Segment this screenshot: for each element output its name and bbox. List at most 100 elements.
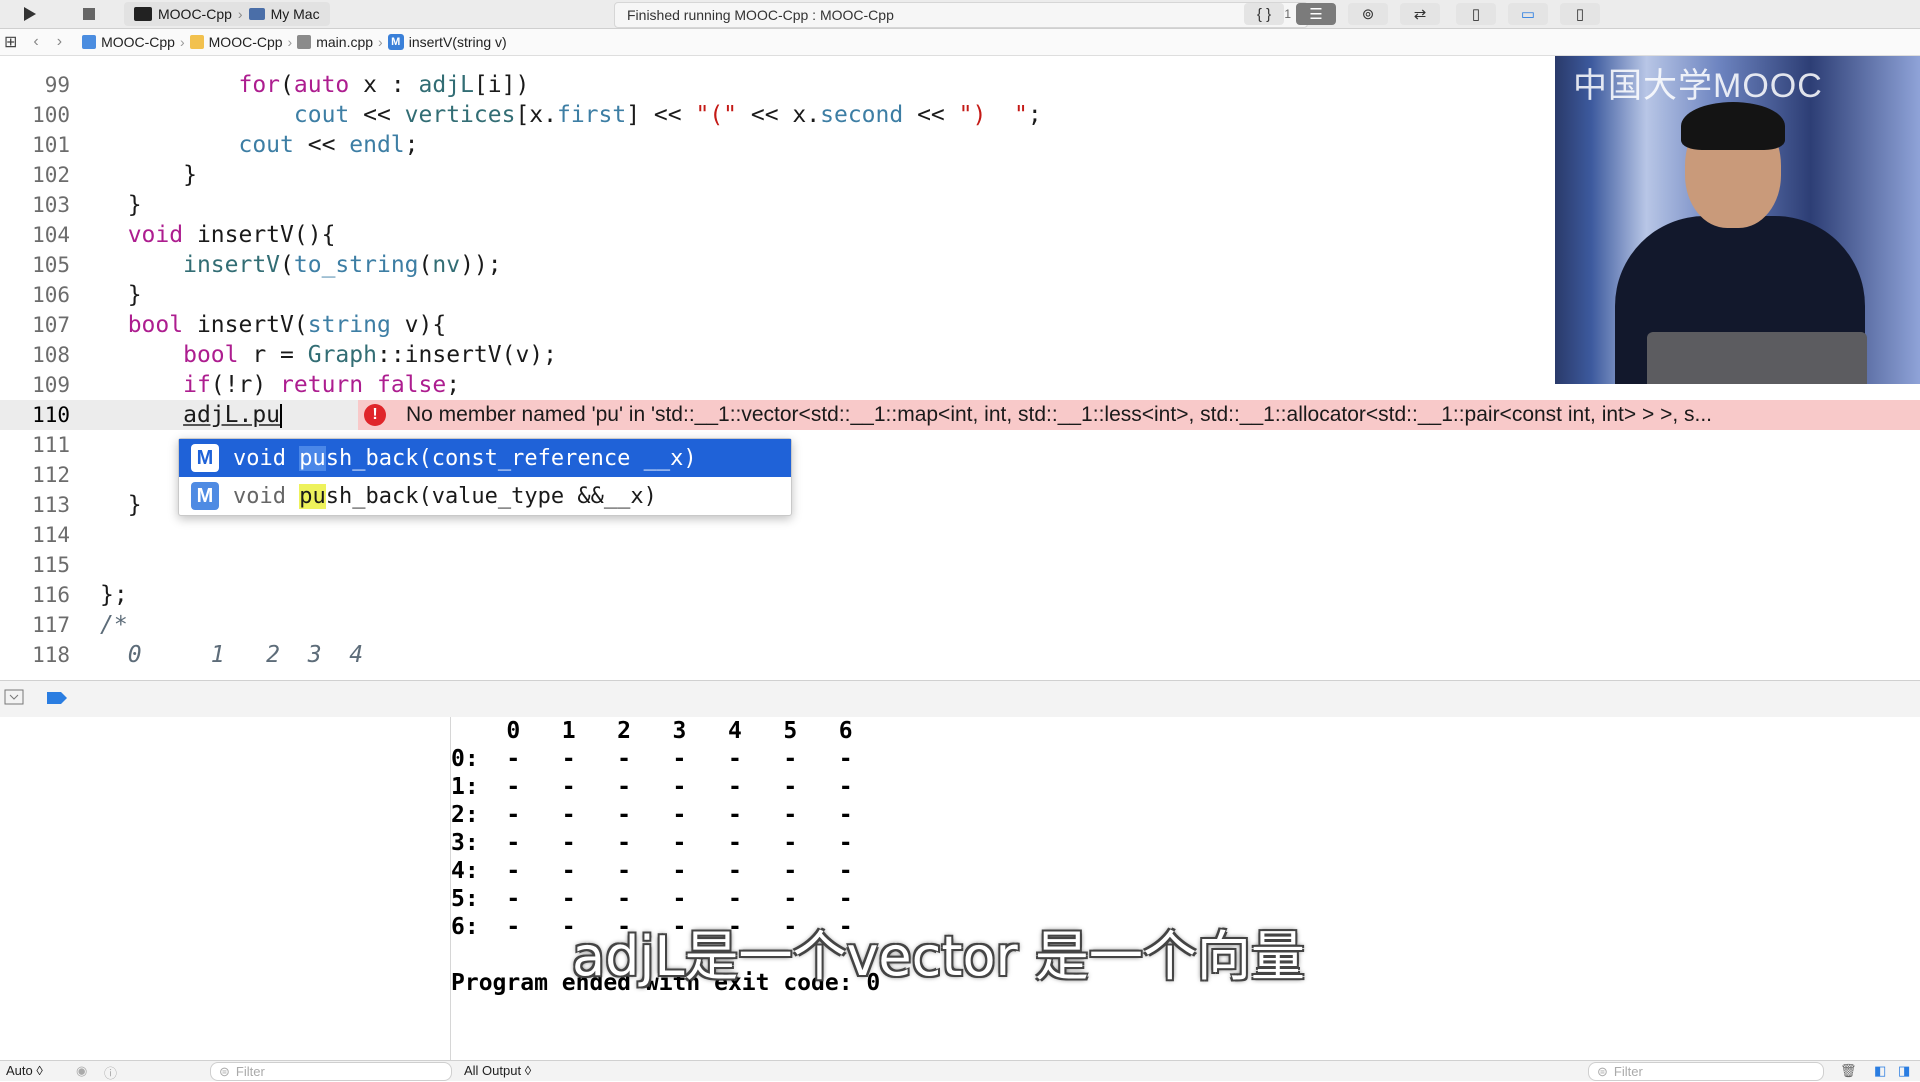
output-selector[interactable]: All Output ◊ [464, 1063, 531, 1078]
scheme-selector[interactable]: MOOC-Cpp › My Mac [124, 2, 330, 26]
activity-status: Finished running MOOC-Cpp : MOOC-Cpp ! 1 [614, 2, 1308, 28]
code-text: bool insertV(string v){ [127, 312, 447, 338]
trash-icon[interactable]: 🗑 [1840, 1063, 1857, 1079]
back-icon[interactable]: ‹ [33, 33, 38, 51]
completion-return-type: void [233, 483, 286, 509]
filter-icon: ⊜ [219, 1063, 230, 1079]
variables-view [0, 717, 451, 1060]
method-badge-icon: M [191, 482, 219, 510]
line-number: 106 [32, 283, 70, 307]
split-view-right-icon[interactable]: ◨ [1898, 1063, 1910, 1079]
mooc-logo: 中国大学MOOC [1573, 67, 1823, 105]
lecturer-video-overlay: 中国大学MOOC [1555, 56, 1920, 384]
jump-bar: ⊞ ‹ › MOOC-Cpp › MOOC-Cpp › main.cpp › M… [0, 29, 1920, 56]
completion-match: pu [299, 483, 326, 509]
line-number: 111 [32, 433, 70, 457]
breadcrumb-folder-label: MOOC-Cpp [208, 34, 283, 50]
code-line: 118 0 1 2 3 4 [0, 640, 1920, 670]
auto-variables-selector[interactable]: Auto ◊ [6, 1063, 43, 1078]
line-number: 113 [32, 493, 70, 517]
code-text: /* [100, 612, 128, 638]
console-row: 5: - - - - - - - [451, 886, 853, 912]
completion-rest: sh_back(value_type &&__x) [325, 483, 657, 509]
line-number: 107 [32, 313, 70, 337]
braces-icon[interactable]: { } [1244, 3, 1284, 25]
code-line: 117 /* [0, 610, 1920, 640]
breadcrumb-symbol[interactable]: M insertV(string v) [387, 34, 507, 50]
collapse-panel-icon [4, 689, 24, 705]
breadcrumb-symbol-label: insertV(string v) [408, 34, 507, 50]
eye-icon[interactable]: ◉ [76, 1063, 87, 1079]
lines-icon[interactable]: ☰ [1296, 3, 1336, 25]
variables-filter-input[interactable]: ⊜ Filter [210, 1062, 452, 1081]
code-text: }; [100, 582, 128, 608]
toolbar: MOOC-Cpp › My Mac Finished running MOOC-… [0, 0, 1920, 29]
code-text: if(!r) return false; [183, 372, 461, 398]
laptop-image [1647, 332, 1867, 384]
line-number: 115 [32, 553, 70, 577]
project-icon [82, 35, 97, 49]
console-header: 0 1 2 3 4 5 6 [451, 718, 853, 744]
breadcrumb-project[interactable]: MOOC-Cpp [82, 34, 175, 50]
code-text: for(auto x : adjL[i]) [238, 72, 530, 98]
line-number: 117 [32, 613, 70, 637]
method-badge-icon: M [191, 444, 219, 472]
console-row: 4: - - - - - - - [451, 858, 853, 884]
console-filter-input[interactable]: ⊜ Filter [1588, 1062, 1824, 1081]
line-number: 114 [32, 523, 70, 547]
line-number: 104 [32, 223, 70, 247]
status-text: Finished running MOOC-Cpp : MOOC-Cpp [627, 7, 894, 23]
swap-arrows-icon[interactable]: ⇄ [1400, 3, 1440, 25]
line-number: 116 [32, 583, 70, 607]
venn-icon[interactable]: ⊚ [1348, 3, 1388, 25]
code-text: } [100, 492, 142, 518]
video-subtitle: adjL是一个vector 是一个向量 [572, 925, 1305, 988]
split-view-left-icon[interactable]: ◧ [1874, 1063, 1886, 1079]
folder-icon [189, 35, 204, 49]
hide-debug-area-button[interactable] [4, 689, 24, 710]
current-code-line[interactable]: 110 adjL.pu ! No member named 'pu' in 's… [0, 400, 1920, 430]
code-text: } [100, 282, 142, 308]
completion-item[interactable]: M void pu sh_back(value_type &&__x) [179, 477, 791, 515]
cpp-file-icon [297, 35, 312, 49]
console-row: 2: - - - - - - - [451, 802, 853, 828]
output-selector-label: All Output ◊ [464, 1063, 532, 1078]
line-number: 112 [32, 463, 70, 487]
breadcrumb-separator: › [179, 34, 185, 50]
code-text: void insertV(){ [127, 222, 336, 248]
scheme-name: MOOC-Cpp [158, 6, 232, 22]
code-completion-popup: M void pu sh_back(const_reference __x) M … [178, 438, 792, 516]
info-icon[interactable]: ⓘ [104, 1063, 117, 1082]
error-banner[interactable]: ! No member named 'pu' in 'std::__1::vec… [358, 400, 1920, 430]
panel-bottom-icon[interactable]: ▭ [1508, 3, 1548, 25]
completion-match: pu [299, 445, 326, 471]
code-line: 115 [0, 550, 1920, 580]
line-number: 101 [32, 133, 70, 157]
filter-placeholder: Filter [1613, 1064, 1643, 1079]
breakpoints-toggle-button[interactable] [46, 691, 68, 710]
filter-icon: ⊜ [1597, 1063, 1608, 1079]
code-line: 116}; [0, 580, 1920, 610]
panel-right-icon[interactable]: ▯ [1560, 3, 1600, 25]
breakpoint-icon [47, 692, 67, 704]
code-text: } [100, 192, 142, 218]
code-text: insertV(to_string(nv)); [183, 252, 502, 278]
error-count: 1 [1284, 7, 1291, 21]
breadcrumb-folder[interactable]: MOOC-Cpp [189, 34, 283, 50]
line-number: 102 [32, 163, 70, 187]
completion-item-selected[interactable]: M void pu sh_back(const_reference __x) [179, 439, 791, 477]
line-number: 110 [32, 403, 70, 427]
forward-icon[interactable]: › [57, 33, 62, 51]
completion-rest: sh_back(const_reference __x) [325, 445, 697, 471]
grid-icon[interactable]: ⊞ [4, 32, 17, 52]
line-number: 109 [32, 373, 70, 397]
monitor-icon [248, 8, 265, 20]
play-icon [24, 7, 36, 21]
console-row: 1: - - - - - - - [451, 774, 853, 800]
code-text: } [100, 162, 197, 188]
breadcrumb-file[interactable]: main.cpp [297, 34, 373, 50]
filter-placeholder: Filter [235, 1064, 265, 1079]
stop-button[interactable] [74, 2, 104, 26]
run-button[interactable] [14, 2, 44, 26]
panel-left-icon[interactable]: ▯ [1456, 3, 1496, 25]
